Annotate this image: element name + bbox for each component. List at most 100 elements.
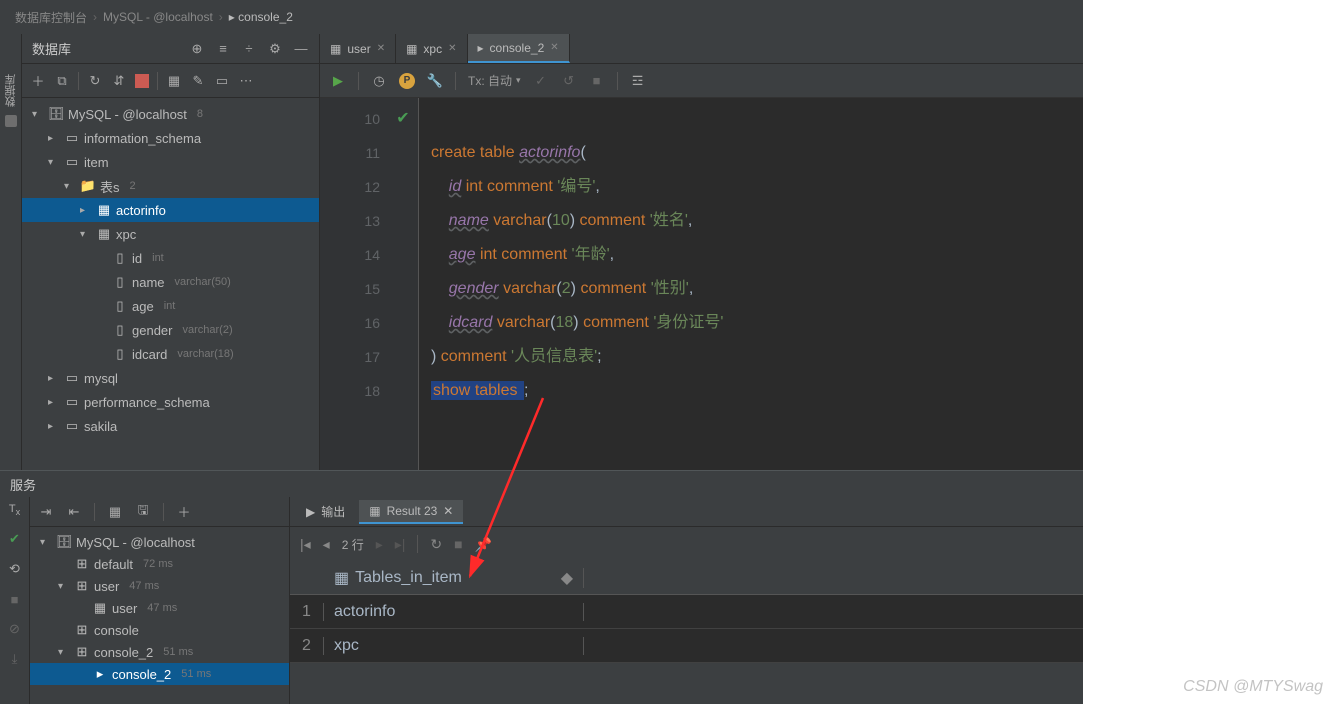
stop2-icon[interactable]: ■ [589,73,605,89]
tbl-icon: ▦ [96,202,112,218]
tree-item[interactable]: ▯idint [22,246,319,270]
stop3-icon[interactable]: ■ [7,591,23,607]
tree-item[interactable]: ▾⊞console_251 ms [30,641,289,663]
tree-item[interactable]: ▾▭item [22,150,319,174]
tx-mode[interactable]: Tx: 自动 ▾ [468,72,521,89]
tree-item[interactable]: ⊞console [30,619,289,641]
editor-tab[interactable]: ▦xpc✕ [396,34,467,63]
refresh-icon[interactable]: ↻ [87,73,103,89]
table-row[interactable]: 1actorinfo [290,595,1083,629]
tree-item[interactable]: ▸▭information_schema [22,126,319,150]
add-icon[interactable]: ＋ [30,73,46,89]
indent-icon[interactable]: ⇥ [38,504,54,520]
ddl-icon[interactable]: ▭ [214,73,230,89]
table-row[interactable]: 2xpc [290,629,1083,663]
edit-icon[interactable]: ✎ [190,73,206,89]
db-icon [5,115,17,127]
code-editor[interactable]: 101112131415161718 ✔ create table actori… [320,98,1083,470]
tree-item[interactable]: ▸▭mysql [22,366,319,390]
tree-item[interactable]: ▾▦xpc [22,222,319,246]
stop-icon[interactable] [135,74,149,88]
col-icon: ▯ [112,250,128,266]
save-icon[interactable]: 🖫 [135,504,151,520]
tree-item[interactable]: ▯ageint [22,294,319,318]
out-icon: ▶ [306,505,315,519]
close-icon[interactable]: ✕ [377,43,385,54]
tree-item[interactable]: ⊞default72 ms [30,553,289,575]
tree-item[interactable]: ▸▭performance_schema [22,390,319,414]
explain-icon[interactable]: P [399,73,415,89]
tree-item[interactable]: ▾📁表s2 [22,174,319,198]
tree-item[interactable]: ▾⊞user47 ms [30,575,289,597]
column-header[interactable]: ▦ Tables_in_item ◆ [324,568,584,588]
editor-tabs[interactable]: ▦user✕▦xpc✕▸console_2✕ [320,34,1083,64]
close-icon[interactable]: ✕ [443,504,453,518]
ds-icon: ⊞ [74,578,90,594]
editor-tab[interactable]: ▦user✕ [320,34,396,63]
tree-item[interactable]: ▯idcardvarchar(18) [22,342,319,366]
prev-page-icon[interactable]: ◂ [323,536,330,553]
close-icon[interactable]: ✕ [448,43,456,54]
hide-icon[interactable]: — [293,41,309,57]
result-nav: |◂ ◂ 2 行 ▸ ▸| ↻ ■ 📌 [290,527,1083,561]
tree-item[interactable]: ▯namevarchar(50) [22,270,319,294]
filter-icon[interactable]: ⇵ [111,73,127,89]
services-title: 服务 [0,471,1083,497]
layout-icon[interactable]: ☲ [630,73,646,89]
pin-icon[interactable]: 📌 [475,536,492,553]
col-icon: ▯ [112,322,128,338]
close-icon[interactable]: ✕ [550,42,558,53]
tree-item[interactable]: ▸▭sakila [22,414,319,438]
services-tree[interactable]: ▾🗄MySQL - @localhost⊞default72 ms▾⊞user4… [30,527,289,704]
copy-icon[interactable]: ⧉ [54,73,70,89]
last-page-icon[interactable]: ▸| [395,536,406,553]
export-icon[interactable]: ⤓ [7,651,23,667]
tbl-icon: ▦ [369,504,380,518]
editor-tab[interactable]: ▸console_2✕ [468,34,570,63]
collapse-icon[interactable]: ÷ [241,41,257,57]
result-grid[interactable]: ▦ Tables_in_item ◆ 1actorinfo2xpc [290,561,1083,663]
rollback-icon[interactable]: ↺ [561,73,577,89]
next-page-icon[interactable]: ▸ [376,536,383,553]
tbl-icon: ▦ [92,600,108,616]
table-icon[interactable]: ▦ [166,73,182,89]
sch-icon: ▭ [64,130,80,146]
db-toolbar: ＋ ⧉ ↻ ⇵ ▦ ✎ ▭ ⋯ [22,64,319,98]
database-tree[interactable]: ▾🗄MySQL - @localhost8▸▭information_schem… [22,98,319,470]
result-tabs[interactable]: ▶输出▦Result 23✕ [290,497,1083,527]
result-tab[interactable]: ▶输出 [296,499,355,524]
ds-icon: ⊞ [74,644,90,660]
tree-item[interactable]: ▯gendervarchar(2) [22,318,319,342]
tree-item[interactable]: ▾🗄MySQL - @localhost [30,531,289,553]
history-icon[interactable]: ◷ [371,73,387,89]
sort-icon[interactable]: ◆ [561,568,573,588]
run-icon[interactable]: ▶ [330,73,346,89]
stop4-icon[interactable]: ■ [454,536,462,552]
tree-item[interactable]: ▦user47 ms [30,597,289,619]
first-page-icon[interactable]: |◂ [300,536,311,553]
commit-icon[interactable]: ✓ [533,73,549,89]
more-icon[interactable]: ⋯ [238,73,254,89]
outdent-icon[interactable]: ⇤ [66,504,82,520]
plus-icon[interactable]: ＋ [176,504,192,520]
reload-icon[interactable]: ↻ [430,536,442,553]
tree-item[interactable]: ▸console_251 ms [30,663,289,685]
database-tab-label[interactable]: 数据库 [3,74,19,107]
target-icon[interactable]: ⊕ [189,41,205,57]
tree-item[interactable]: ▸▦actorinfo [22,198,319,222]
tbl-icon: ▦ [406,42,417,56]
breadcrumb: 数据库控制台› MySQL - @localhost› ▸ console_2 [0,0,1083,34]
check-icon[interactable]: ✔ [7,531,23,547]
tx-icon[interactable]: Tx [9,503,20,517]
settings-icon[interactable]: ⚙ [267,41,283,57]
tree-item[interactable]: ▾🗄MySQL - @localhost8 [22,102,319,126]
wrench-icon[interactable]: 🔧 [427,73,443,89]
col-icon: ▯ [112,346,128,362]
cancel-icon[interactable]: ⊘ [7,621,23,637]
undo-icon[interactable]: ⟲ [7,561,23,577]
editor-toolbar: ▶ ◷ P 🔧 Tx: 自动 ▾ ✓ ↺ ■ ☲ [320,64,1083,98]
grid-icon[interactable]: ▦ [107,504,123,520]
result-tab[interactable]: ▦Result 23✕ [359,500,463,524]
con-icon: ▸ [478,41,484,55]
expand-icon[interactable]: ≡ [215,41,231,57]
